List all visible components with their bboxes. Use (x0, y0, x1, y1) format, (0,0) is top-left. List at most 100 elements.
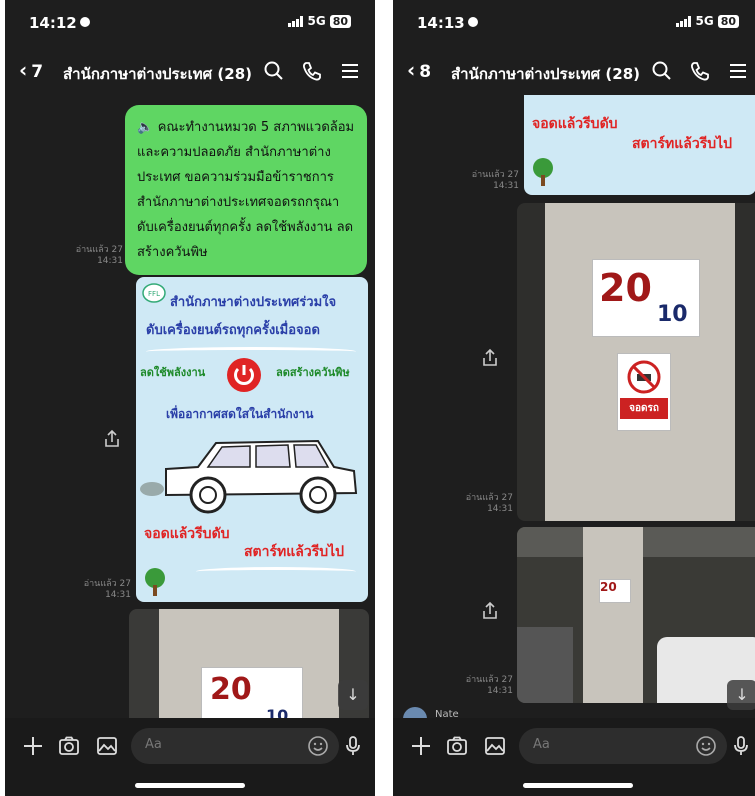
read-label: อ่านแล้ว 27 (471, 170, 519, 180)
pillar-number: 20 (599, 266, 652, 310)
unread-count: 8 (419, 62, 432, 82)
message-input[interactable]: Aa (131, 728, 339, 764)
left-phone-screen: 14:12 5G 80 ‹ 7 สำนักภาษาต่างประเทศ (28) … (5, 0, 375, 796)
poster-slogan1: จอดแล้วรีบดับ (532, 116, 618, 132)
wave-divider-bottom (196, 567, 356, 576)
wave-divider (146, 347, 356, 356)
no-parking-sign: จอดรถ (617, 353, 671, 431)
plus-icon[interactable] (21, 734, 45, 758)
gallery-icon[interactable] (95, 734, 119, 758)
search-icon[interactable] (651, 60, 673, 82)
chat-title: สำนักภาษาต่างประเทศ (28) (63, 65, 253, 83)
back-button[interactable]: ‹ 8 (407, 58, 431, 82)
battery-icon: 80 (329, 14, 351, 28)
unread-count: 7 (31, 62, 44, 82)
search-icon[interactable] (263, 60, 285, 82)
text-message-bubble[interactable]: 🔈 คณะทำงานหมวด 5 สภาพแวดล้อมและความปลอดภ… (125, 105, 367, 275)
sender-name: Nate (435, 709, 459, 718)
pillar-sign: 20 10 (592, 259, 700, 337)
pillar-number: 20 (600, 580, 617, 594)
pillar (583, 527, 643, 703)
camera-icon[interactable] (57, 734, 81, 758)
no-parking-icon (627, 360, 661, 394)
poster-title: สำนักภาษาต่างประเทศร่วมใจ (170, 295, 337, 310)
car-illustration (140, 439, 358, 514)
status-time: 14:13 (417, 14, 478, 32)
right-phone-screen: 14:13 5G 80 ‹ 8 สำนักภาษาต่างประเทศ (28) … (393, 0, 755, 796)
poster-left-text: ลดใช้พลังงาน (140, 366, 206, 379)
chat-header: ‹ 8 สำนักภาษาต่างประเทศ (28) (393, 50, 755, 90)
parking-photo-image[interactable]: 20 10 จอดรถ (517, 203, 755, 521)
message-input[interactable]: Aa (519, 728, 727, 764)
message-list: 🔈 คณะทำงานหมวด 5 สภาพแวดล้อมและความปลอดภ… (5, 95, 375, 718)
status-time: 14:12 (29, 14, 90, 32)
chevron-left-icon: ‹ (19, 58, 28, 82)
parking-photo-image[interactable]: 20 (517, 527, 755, 703)
read-receipt: อ่านแล้ว 27 14:31 (459, 170, 519, 192)
campaign-poster-image[interactable]: จอดแล้วรีบดับ สตาร์ทแล้วรีบไป (524, 95, 755, 195)
read-receipt: อ่านแล้ว 27 14:31 (453, 493, 513, 515)
read-time: 14:31 (105, 590, 131, 600)
message-text: คณะทำงานหมวด 5 สภาพแวดล้อมและความปลอดภัย… (137, 120, 355, 260)
pillar-sign: 20 (599, 579, 631, 603)
poster-slogan1: จอดแล้วรีบดับ (144, 526, 230, 542)
speaker-icon: 🔈 (137, 120, 158, 135)
pillar-sub-number: 10 (266, 706, 289, 718)
input-placeholder: Aa (533, 737, 550, 752)
svg-text:FFL: FFL (148, 290, 160, 298)
camera-icon[interactable] (445, 734, 469, 758)
status-bar: 14:13 5G 80 (393, 0, 755, 40)
read-time: 14:31 (487, 686, 513, 696)
read-receipt: อ่านแล้ว 27 14:31 (453, 675, 513, 697)
chat-title: สำนักภาษาต่างประเทศ (28) (451, 65, 641, 83)
power-button-icon (227, 358, 261, 392)
signal-bars-icon (676, 15, 692, 27)
share-icon[interactable] (479, 600, 501, 622)
read-label: อ่านแล้ว 27 (75, 245, 123, 255)
read-time: 14:31 (97, 256, 123, 266)
menu-icon[interactable] (339, 60, 361, 82)
pillar-sign: 20 10 (201, 667, 303, 718)
scroll-down-button[interactable]: ↓ (727, 680, 755, 710)
read-receipt: อ่านแล้ว 27 14:31 (63, 245, 123, 267)
parked-car (517, 627, 573, 703)
read-label: อ่านแล้ว 27 (83, 579, 131, 589)
message-list: จอดแล้วรีบดับ สตาร์ทแล้วรีบไป อ่านแล้ว 2… (393, 95, 755, 718)
phone-call-icon[interactable] (689, 60, 711, 82)
message-composer: Aa (393, 718, 755, 796)
input-placeholder: Aa (145, 737, 162, 752)
status-dot-icon (79, 17, 90, 27)
plus-icon[interactable] (409, 734, 433, 758)
poster-slogan2: สตาร์ทแล้วรีบไป (632, 136, 733, 152)
signal-bars-icon (288, 15, 304, 27)
home-indicator (523, 783, 633, 788)
read-time: 14:31 (493, 181, 519, 191)
microphone-icon[interactable] (729, 734, 753, 758)
no-parking-label: จอดรถ (620, 398, 668, 419)
poster-slogan2: สตาร์ทแล้วรีบไป (244, 544, 345, 560)
tree-icon (145, 568, 165, 596)
message-composer: Aa (5, 718, 375, 796)
scroll-down-button[interactable]: ↓ (338, 680, 368, 710)
phone-call-icon[interactable] (301, 60, 323, 82)
share-icon[interactable] (101, 428, 123, 450)
campaign-poster-image[interactable]: FFL สำนักภาษาต่างประเทศร่วมใจ ดับเครื่อง… (136, 277, 368, 602)
read-label: อ่านแล้ว 27 (465, 493, 513, 503)
microphone-icon[interactable] (341, 734, 365, 758)
read-receipt: อ่านแล้ว 27 14:31 (71, 579, 131, 601)
menu-icon[interactable] (727, 60, 749, 82)
chat-header: ‹ 7 สำนักภาษาต่างประเทศ (28) (5, 50, 375, 90)
avatar[interactable] (403, 707, 427, 718)
emoji-icon[interactable] (695, 735, 717, 757)
emoji-icon[interactable] (307, 735, 329, 757)
status-signal: 5G 80 (676, 14, 739, 28)
pillar-sub-number: 10 (657, 302, 688, 327)
poster-line4: เพื่ออากาศสดใสในสำนักงาน (166, 407, 314, 421)
parking-photo-image[interactable]: 20 10 (129, 609, 369, 718)
poster-right-text: ลดสร้างควันพิษ (276, 366, 350, 379)
back-button[interactable]: ‹ 7 (19, 58, 43, 82)
pillar-number: 20 (210, 672, 252, 707)
battery-icon: 80 (717, 14, 739, 28)
share-icon[interactable] (479, 347, 501, 369)
gallery-icon[interactable] (483, 734, 507, 758)
